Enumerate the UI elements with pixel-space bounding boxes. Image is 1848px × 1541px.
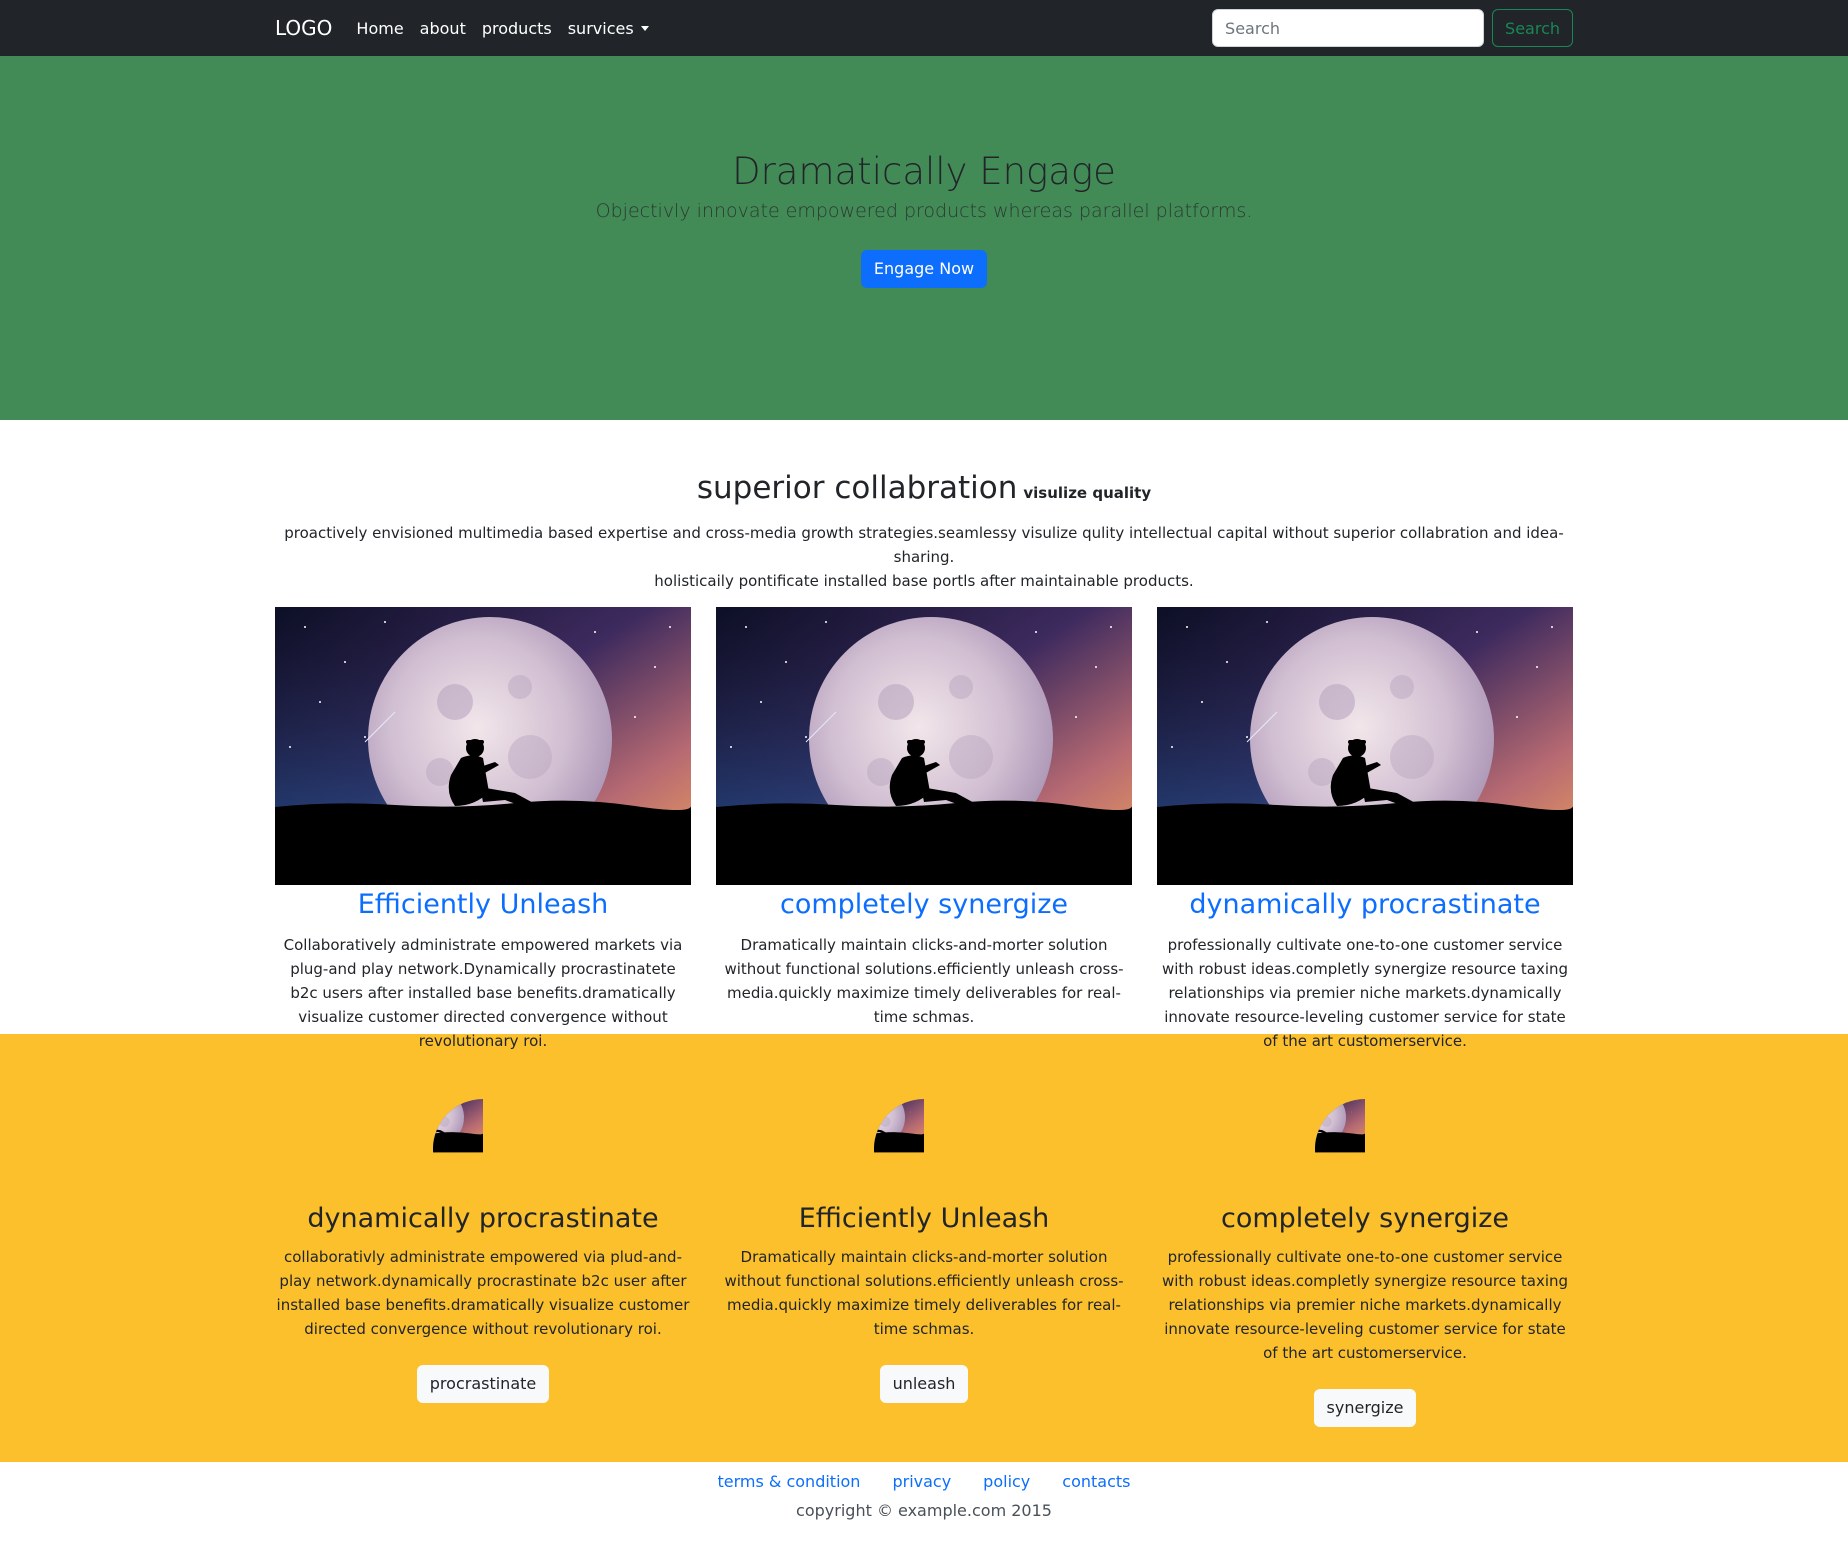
moon-avatar-image — [874, 1099, 974, 1199]
feature-row: dynamically procrastinate collaborativly… — [275, 1034, 1573, 1427]
moon-image — [275, 607, 691, 885]
footer-link-policy[interactable]: policy — [983, 1472, 1030, 1491]
feature-item: completely synergize professionally cult… — [1157, 1099, 1573, 1427]
feature-item: dynamically procrastinate collaborativly… — [275, 1099, 691, 1427]
footer-link-terms[interactable]: terms & condition — [717, 1472, 860, 1491]
synergize-button[interactable]: synergize — [1313, 1389, 1417, 1427]
feature-title: completely synergize — [1221, 1203, 1509, 1234]
footer-links: terms & condition privacy policy contact… — [0, 1472, 1848, 1491]
collab-title-small: visulize quality — [1023, 484, 1152, 502]
card-row: Efficiently Unleash Collaboratively admi… — [275, 607, 1573, 1053]
footer-link-privacy[interactable]: privacy — [892, 1472, 951, 1491]
nav-link-home[interactable]: Home — [356, 19, 403, 38]
engage-now-button[interactable]: Engage Now — [860, 250, 988, 289]
features-section: dynamically procrastinate collaborativly… — [0, 1034, 1848, 1462]
feature-item: Efficiently Unleash Dramatically maintai… — [716, 1099, 1132, 1427]
search-button[interactable]: Search — [1492, 9, 1573, 47]
search-form: Search — [1212, 9, 1573, 47]
footer-link-contacts[interactable]: contacts — [1062, 1472, 1130, 1491]
caret-down-icon — [640, 25, 649, 31]
card-title[interactable]: dynamically procrastinate — [1157, 887, 1573, 923]
moon-avatar-image — [1315, 1099, 1415, 1199]
collab-section: superior collabration visulize quality pr… — [0, 420, 1848, 1050]
copyright-text: copyright © example.com 2015 — [796, 1501, 1052, 1520]
feature-text: professionally cultivate one-to-one cust… — [1161, 1248, 1569, 1362]
moon-image — [1157, 607, 1573, 885]
collab-title: superior collabration visulize quality — [275, 420, 1573, 507]
card-title[interactable]: Efficiently Unleash — [275, 887, 691, 923]
nav-links: Home about products survices — [356, 19, 664, 38]
card-title[interactable]: completely synergize — [716, 887, 1132, 923]
collab-description-line1: proactively envisioned multimedia based … — [284, 524, 1564, 567]
brand-logo[interactable]: LOGO — [275, 16, 332, 40]
hero-subtitle: Objectivly innovate empowered products w… — [595, 200, 1253, 223]
nav-dropdown-survices[interactable]: survices — [568, 19, 649, 38]
feature-title: Efficiently Unleash — [798, 1203, 1050, 1234]
feature-title: dynamically procrastinate — [307, 1203, 659, 1234]
feature-text: Dramatically maintain clicks-and-morter … — [724, 1248, 1124, 1338]
card: dynamically procrastinate professionally… — [1157, 607, 1573, 1053]
collab-description: proactively envisioned multimedia based … — [275, 521, 1573, 593]
hero-title: Dramatically Engage — [732, 150, 1116, 193]
nav-dropdown-label: survices — [567, 18, 634, 38]
search-input[interactable] — [1212, 9, 1485, 47]
footer: terms & condition privacy policy contact… — [0, 1462, 1848, 1520]
unleash-button[interactable]: unleash — [879, 1365, 969, 1403]
feature-text: collaborativly administrate empowered vi… — [276, 1248, 690, 1338]
nav-link-about[interactable]: about — [420, 19, 466, 38]
card: completely synergize Dramatically mainta… — [716, 607, 1132, 1053]
collab-title-text: superior collabration — [696, 470, 1018, 506]
hero-section: Dramatically Engage Objectivly innovate … — [0, 56, 1848, 420]
navbar: LOGO Home about products survices Search — [0, 0, 1848, 56]
procrastinate-button[interactable]: procrastinate — [416, 1365, 550, 1403]
moon-image — [716, 607, 1132, 885]
card: Efficiently Unleash Collaboratively admi… — [275, 607, 691, 1053]
collab-description-line2: holisticaily pontificate installed base … — [654, 572, 1194, 591]
card-text: Dramatically maintain clicks-and-morter … — [724, 936, 1124, 1027]
nav-link-products[interactable]: products — [482, 19, 552, 38]
moon-avatar-image — [433, 1099, 533, 1199]
